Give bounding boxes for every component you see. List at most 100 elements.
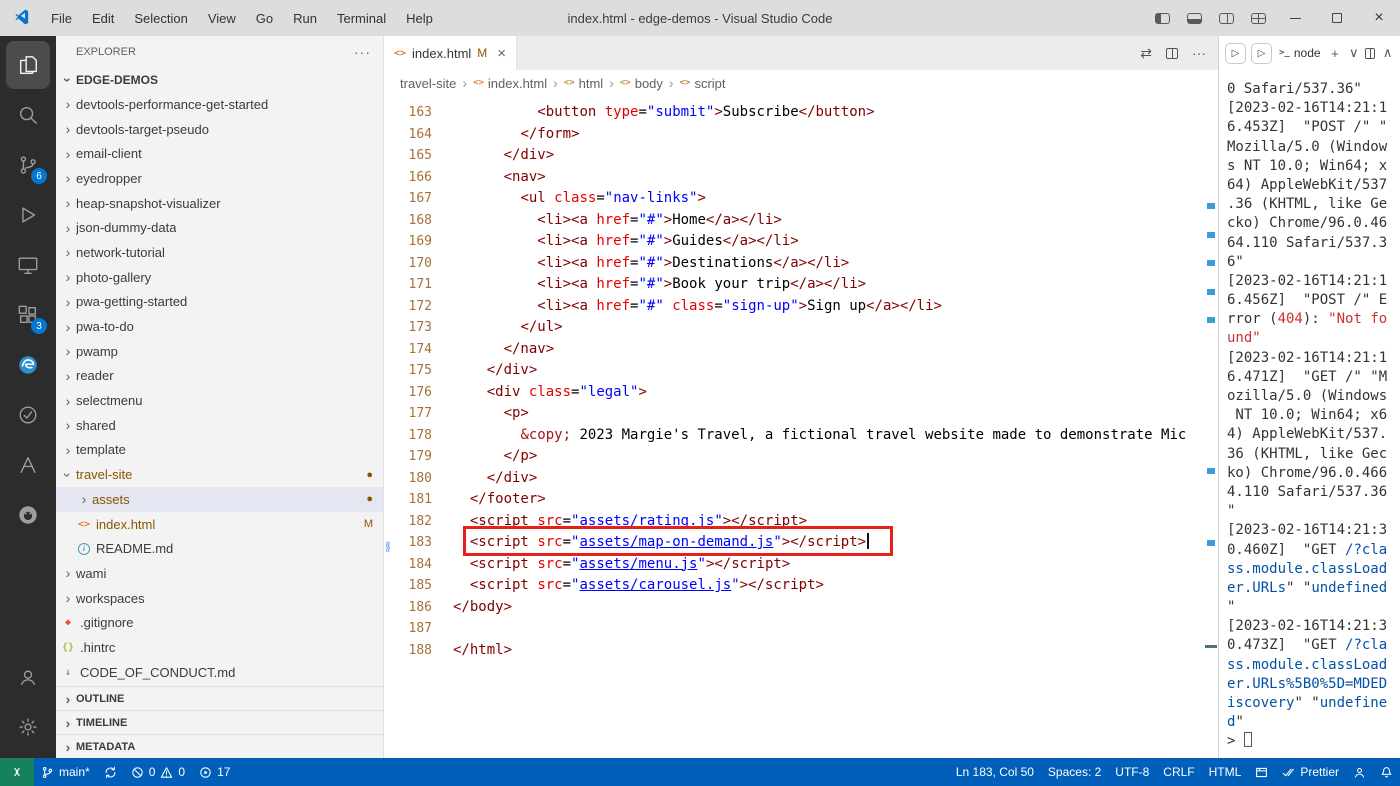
run-task-icon[interactable]: ▷ <box>1251 42 1272 64</box>
code-line-177[interactable]: 177 <p> <box>384 403 1218 425</box>
close-button[interactable]: × <box>1358 0 1400 36</box>
folder-template[interactable]: › template <box>56 438 383 463</box>
browser-preview-icon[interactable] <box>1248 758 1275 786</box>
code-line-173[interactable]: 173 </ul> <box>384 317 1218 339</box>
section-timeline[interactable]: › TIMELINE <box>56 710 383 734</box>
folder-shared[interactable]: › shared <box>56 413 383 438</box>
indentation[interactable]: Spaces: 2 <box>1041 758 1108 786</box>
new-terminal-icon[interactable]: + <box>1329 46 1342 61</box>
folder-pwamp[interactable]: › pwamp <box>56 339 383 364</box>
maximize-panel-icon[interactable]: ∧ <box>1381 45 1394 61</box>
code-line-174[interactable]: 174 </nav> <box>384 339 1218 361</box>
tab-close-icon[interactable]: × <box>497 45 506 62</box>
activity-circle-check-icon[interactable] <box>6 391 50 439</box>
activity-settings-icon[interactable] <box>6 703 50 751</box>
file-hintrc[interactable]: {} .hintrc <box>56 635 383 660</box>
feedback-icon[interactable] <box>1346 758 1373 786</box>
terminal-dropdown-icon[interactable]: ∨ <box>1347 45 1360 61</box>
folder-reader[interactable]: › reader <box>56 364 383 389</box>
open-preview-icon[interactable]: ▷ <box>1225 42 1246 64</box>
breadcrumb-index-html[interactable]: <> index.html <box>473 76 547 91</box>
branch-indicator[interactable]: main* <box>34 758 97 786</box>
activity-edge-devtools-icon[interactable] <box>6 341 50 389</box>
code-line-176[interactable]: 176 <div class="legal"> <box>384 382 1218 404</box>
code-line-184[interactable]: 184 <script src="assets/menu.js"></scrip… <box>384 554 1218 576</box>
activity-search-icon[interactable] <box>6 91 50 139</box>
code-line-175[interactable]: 175 </div> <box>384 360 1218 382</box>
code-line-165[interactable]: 165 </div> <box>384 145 1218 167</box>
toggle-secondary-sidebar-icon[interactable] <box>1210 0 1242 36</box>
activity-extensions-icon[interactable]: 3 <box>6 291 50 339</box>
menu-view[interactable]: View <box>199 7 245 30</box>
notifications-bell-icon[interactable] <box>1373 758 1400 786</box>
folder-email-client[interactable]: › email-client <box>56 141 383 166</box>
breadcrumb-body[interactable]: <> body <box>620 76 663 91</box>
activity-accounts-icon[interactable] <box>6 653 50 701</box>
eol[interactable]: CRLF <box>1156 758 1201 786</box>
code-line-186[interactable]: 186 </body> <box>384 597 1218 619</box>
folder-photo-gallery[interactable]: › photo-gallery <box>56 265 383 290</box>
menu-terminal[interactable]: Terminal <box>328 7 395 30</box>
code-line-180[interactable]: 180 </div> <box>384 468 1218 490</box>
folder-wami[interactable]: › wami <box>56 561 383 586</box>
split-terminal-icon[interactable] <box>1365 47 1376 59</box>
code-line-171[interactable]: 171 <li><a href="#">Book your trip</a></… <box>384 274 1218 296</box>
workspace-root-folder[interactable]: › EDGE-DEMOS <box>56 68 383 92</box>
file-readme-md[interactable]: i README.md <box>56 536 383 561</box>
remote-indicator[interactable] <box>0 758 34 786</box>
explorer-more-actions-icon[interactable]: ··· <box>354 44 371 60</box>
activity-explorer-icon[interactable] <box>6 41 50 89</box>
toggle-panel-icon[interactable] <box>1178 0 1210 36</box>
customize-layout-icon[interactable] <box>1242 0 1274 36</box>
activity-webhint-icon[interactable] <box>6 441 50 489</box>
code-line-169[interactable]: 169 <li><a href="#">Guides</a></li> <box>384 231 1218 253</box>
code-line-170[interactable]: 170 <li><a href="#">Destinations</a></li… <box>384 253 1218 275</box>
terminal-tab-node[interactable]: >_ node <box>1277 46 1323 60</box>
code-line-163[interactable]: 163 <button type="submit">Subscribe</but… <box>384 102 1218 124</box>
activity-source-control-icon[interactable]: 6 <box>6 141 50 189</box>
split-editor-icon[interactable] <box>1166 47 1178 59</box>
folder-heap-snapshot-visualizer[interactable]: › heap-snapshot-visualizer <box>56 191 383 216</box>
code-line-168[interactable]: 168 <li><a href="#">Home</a></li> <box>384 210 1218 232</box>
section-outline[interactable]: › OUTLINE <box>56 686 383 710</box>
folder-selectmenu[interactable]: › selectmenu <box>56 388 383 413</box>
file-gitignore[interactable]: ◆ .gitignore <box>56 610 383 635</box>
breadcrumb-travel-site[interactable]: travel-site <box>400 76 456 91</box>
open-changes-icon[interactable]: ⇄ <box>1140 45 1152 62</box>
terminal-output[interactable]: 0 Safari/537.36" [2023-02-16T14:21:1 6.453… <box>1219 70 1400 758</box>
menu-file[interactable]: File <box>42 7 81 30</box>
folder-pwa-getting-started[interactable]: › pwa-getting-started <box>56 290 383 315</box>
folder-eyedropper[interactable]: › eyedropper <box>56 166 383 191</box>
folder-devtools-target-pseudo[interactable]: › devtools-target-pseudo <box>56 117 383 142</box>
menu-help[interactable]: Help <box>397 7 442 30</box>
code-line-181[interactable]: 181 </footer> <box>384 489 1218 511</box>
breadcrumb-html[interactable]: <> html <box>564 76 603 91</box>
formatter-indicator[interactable]: Prettier <box>1275 758 1346 786</box>
maximize-button[interactable] <box>1316 0 1358 36</box>
file-index-html[interactable]: <> index.html M <box>56 512 383 537</box>
code-line-185[interactable]: 185 <script src="assets/carousel.js"></s… <box>384 575 1218 597</box>
code-line-182[interactable]: 182 <script src="assets/rating.js"></scr… <box>384 511 1218 533</box>
section-metadata[interactable]: › METADATA <box>56 734 383 758</box>
folder-network-tutorial[interactable]: › network-tutorial <box>56 240 383 265</box>
editor-more-actions-icon[interactable]: ··· <box>1192 45 1206 61</box>
code-line-188[interactable]: 188 </html> <box>384 640 1218 662</box>
code-line-179[interactable]: 179 </p> <box>384 446 1218 468</box>
activity-remote-explorer-icon[interactable] <box>6 241 50 289</box>
toggle-primary-sidebar-icon[interactable] <box>1146 0 1178 36</box>
folder-json-dummy-data[interactable]: › json-dummy-data <box>56 215 383 240</box>
folder-assets[interactable]: › assets ● <box>56 487 383 512</box>
code-line-164[interactable]: 164 </form> <box>384 124 1218 146</box>
file-link[interactable]: assets/carousel.js <box>579 577 731 593</box>
file-link[interactable]: assets/rating.js <box>579 513 714 529</box>
hints-indicator[interactable]: 17 <box>192 758 237 786</box>
code-editor[interactable]: 163 <button type="submit">Subscribe</but… <box>384 96 1218 758</box>
breadcrumb-script[interactable]: <> script <box>680 76 726 91</box>
file-link[interactable]: assets/map-on-demand.js <box>579 534 773 550</box>
activity-github-icon[interactable] <box>6 491 50 539</box>
sync-changes-icon[interactable] <box>97 758 124 786</box>
menu-selection[interactable]: Selection <box>125 7 196 30</box>
minimize-button[interactable] <box>1274 0 1316 36</box>
encoding[interactable]: UTF-8 <box>1108 758 1156 786</box>
folder-workspaces[interactable]: › workspaces <box>56 586 383 611</box>
